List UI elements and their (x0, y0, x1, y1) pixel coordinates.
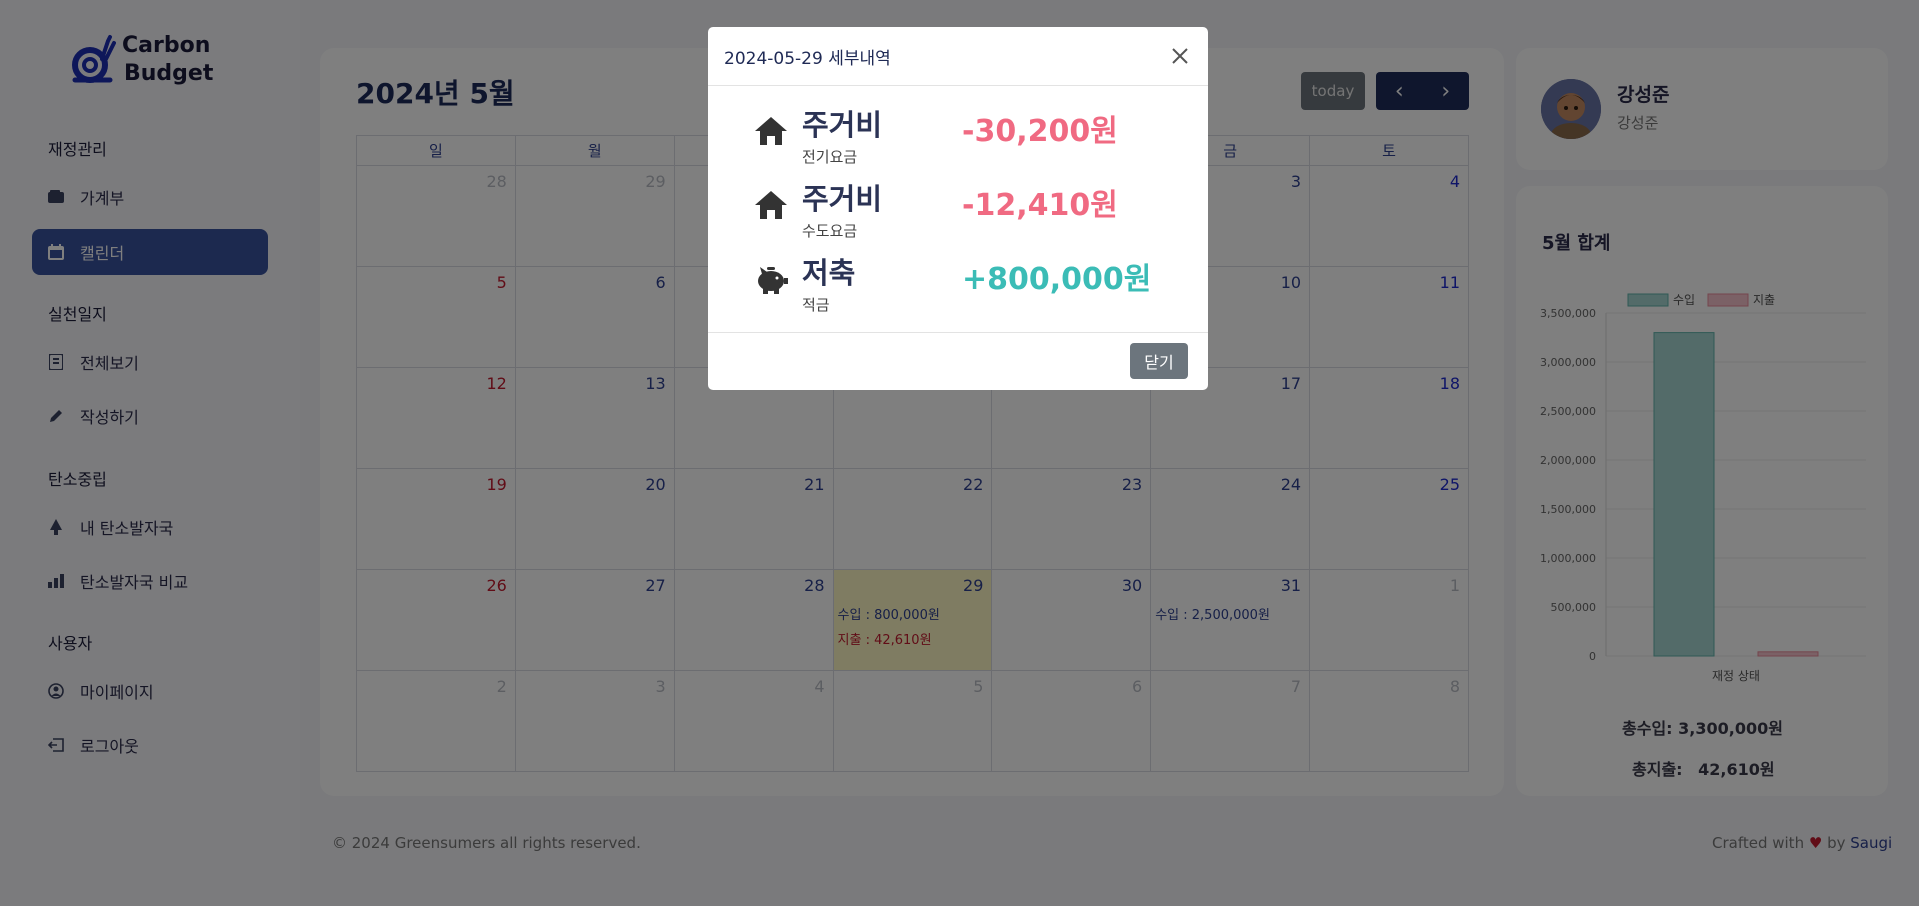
house-icon (755, 117, 787, 145)
piggy-bank-icon (758, 267, 788, 294)
detail-category: 주거비 (802, 182, 883, 216)
close-button[interactable]: 닫기 (1130, 343, 1188, 379)
house-icon (755, 191, 787, 219)
detail-amount: -12,410원 (962, 188, 1118, 223)
detail-amount: +800,000원 (962, 262, 1152, 297)
close-icon[interactable] (1168, 44, 1192, 68)
detail-amount: -30,200원 (962, 114, 1118, 149)
detail-category: 저축 (802, 256, 856, 290)
modal-footer: 닫기 (708, 333, 1208, 390)
detail-category: 주거비 (802, 108, 883, 142)
modal-title: 2024-05-29 세부내역 (724, 48, 891, 69)
modal-body: 주거비 전기요금 -30,200원 주거비 수도요금 -12,410원 저축 적… (708, 86, 1208, 333)
detail-modal: 2024-05-29 세부내역 주거비 전기요금 -30,200원 주거비 수도… (708, 27, 1208, 390)
detail-subcategory: 적금 (802, 296, 830, 314)
modal-header: 2024-05-29 세부내역 (708, 27, 1208, 86)
detail-subcategory: 수도요금 (802, 222, 858, 240)
detail-subcategory: 전기요금 (802, 148, 858, 166)
